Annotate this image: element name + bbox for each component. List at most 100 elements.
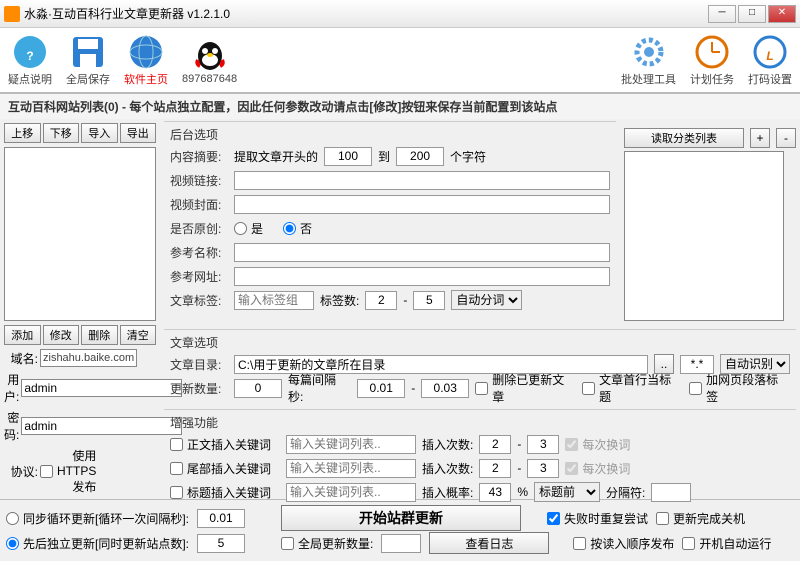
title-kw-checkbox[interactable]: 标题插入关键词 bbox=[170, 484, 280, 501]
tail-cnt-b-input[interactable] bbox=[527, 459, 559, 478]
first-title-checkbox[interactable]: 文章首行当标题 bbox=[582, 371, 683, 405]
original-yes-radio[interactable]: 是 bbox=[234, 220, 263, 237]
tool-schedule[interactable]: 计划任务 bbox=[690, 33, 734, 87]
tool-qq[interactable]: 897687648 bbox=[182, 35, 237, 85]
tool-save[interactable]: 全局保存 bbox=[66, 33, 110, 87]
tool-captcha[interactable]: L 打码设置 bbox=[748, 33, 792, 87]
add-para-checkbox[interactable]: 加网页段落标签 bbox=[689, 371, 790, 405]
captcha-icon: L bbox=[751, 33, 789, 71]
tool-batch[interactable]: 批处理工具 bbox=[621, 33, 676, 87]
title-kw-input[interactable] bbox=[286, 483, 416, 502]
qq-icon bbox=[191, 35, 229, 73]
seq-val-input[interactable] bbox=[197, 534, 245, 553]
export-button[interactable]: 导出 bbox=[120, 123, 157, 143]
video-link-label: 视频链接: bbox=[170, 172, 228, 189]
globe-icon bbox=[127, 33, 165, 71]
seq-radio[interactable]: 先后独立更新[同时更新站点数]: bbox=[6, 535, 189, 552]
viewlog-button[interactable]: 查看日志 bbox=[429, 532, 549, 554]
enhance-title: 增强功能 bbox=[170, 414, 790, 431]
modify-button[interactable]: 修改 bbox=[43, 325, 80, 345]
autorun-checkbox[interactable]: 开机自动运行 bbox=[682, 535, 771, 552]
clear-button[interactable]: 清空 bbox=[120, 325, 157, 345]
refname-label: 参考名称: bbox=[170, 244, 228, 261]
title-position-select[interactable]: 标题前 bbox=[534, 482, 600, 502]
dir-label: 文章目录: bbox=[170, 356, 228, 373]
interval-a-input[interactable] bbox=[357, 379, 405, 398]
add-button[interactable]: 添加 bbox=[4, 325, 41, 345]
maximize-button[interactable]: □ bbox=[738, 5, 766, 23]
body-cnt-b-input[interactable] bbox=[527, 435, 559, 454]
segmentation-select[interactable]: 自动分词 bbox=[451, 290, 522, 310]
tail-kw-checkbox[interactable]: 尾部插入关键词 bbox=[170, 460, 280, 477]
domain-label: 域名: bbox=[4, 350, 38, 367]
tail-perline-checkbox[interactable]: 每次换词 bbox=[565, 460, 630, 477]
global-count-input[interactable] bbox=[381, 534, 421, 553]
domain-field[interactable]: zishahu.baike.com bbox=[40, 349, 137, 367]
help-icon: ? bbox=[11, 33, 49, 71]
move-down-button[interactable]: 下移 bbox=[43, 123, 80, 143]
svg-text:?: ? bbox=[26, 49, 33, 63]
move-up-button[interactable]: 上移 bbox=[4, 123, 41, 143]
body-kw-input[interactable] bbox=[286, 435, 416, 454]
count-label: 更新数量: bbox=[170, 380, 228, 397]
sync-val-input[interactable] bbox=[197, 509, 245, 528]
original-no-radio[interactable]: 否 bbox=[283, 220, 312, 237]
shutdown-checkbox[interactable]: 更新完成关机 bbox=[656, 510, 745, 527]
close-button[interactable]: ✕ bbox=[768, 5, 796, 23]
retry-checkbox[interactable]: 失败时重复尝试 bbox=[547, 510, 648, 527]
user-input[interactable] bbox=[21, 379, 182, 397]
tail-cnt-a-input[interactable] bbox=[479, 459, 511, 478]
title-sep-input[interactable] bbox=[651, 483, 691, 502]
refname-input[interactable] bbox=[234, 243, 610, 262]
tagcount-a-input[interactable] bbox=[365, 291, 397, 310]
proto-label: 协议: bbox=[4, 463, 38, 480]
gear-icon bbox=[630, 33, 668, 71]
tool-help[interactable]: ? 疑点说明 bbox=[8, 33, 52, 87]
start-update-button[interactable]: 开始站群更新 bbox=[281, 505, 521, 531]
title-prob-input[interactable] bbox=[479, 483, 511, 502]
tags-input[interactable] bbox=[234, 291, 314, 310]
del-updated-checkbox[interactable]: 删除已更新文章 bbox=[475, 371, 576, 405]
interval-b-input[interactable] bbox=[421, 379, 469, 398]
by-import-checkbox[interactable]: 按读入顺序发布 bbox=[573, 535, 674, 552]
category-list[interactable] bbox=[624, 151, 784, 321]
global-count-checkbox[interactable]: 全局更新数量: bbox=[281, 535, 373, 552]
tail-kw-input[interactable] bbox=[286, 459, 416, 478]
save-icon bbox=[69, 33, 107, 71]
svg-text:L: L bbox=[766, 49, 773, 63]
summary-from-input[interactable] bbox=[324, 147, 372, 166]
minimize-button[interactable]: ─ bbox=[708, 5, 736, 23]
video-cover-label: 视频封面: bbox=[170, 196, 228, 213]
pass-input[interactable] bbox=[21, 417, 182, 435]
import-button[interactable]: 导入 bbox=[81, 123, 118, 143]
article-title: 文章选项 bbox=[170, 334, 790, 351]
video-cover-input[interactable] bbox=[234, 195, 610, 214]
video-link-input[interactable] bbox=[234, 171, 610, 190]
cat-plus-button[interactable]: + bbox=[750, 128, 770, 148]
cat-minus-button[interactable]: - bbox=[776, 128, 796, 148]
https-checkbox[interactable]: 使用 HTTPS 发布 bbox=[40, 447, 74, 495]
site-list[interactable] bbox=[4, 147, 156, 321]
original-label: 是否原创: bbox=[170, 220, 228, 237]
clock-icon bbox=[693, 33, 731, 71]
backend-title: 后台选项 bbox=[170, 126, 610, 143]
sync-radio[interactable]: 同步循环更新[循环一次间隔秒]: bbox=[6, 510, 189, 527]
summary-label: 内容摘要: bbox=[170, 148, 228, 165]
body-kw-checkbox[interactable]: 正文插入关键词 bbox=[170, 436, 280, 453]
summary-to-input[interactable] bbox=[396, 147, 444, 166]
window-title: 水淼·互动百科行业文章更新器 v1.2.1.0 bbox=[24, 5, 230, 22]
user-label: 用户: bbox=[4, 371, 19, 405]
pass-label: 密码: bbox=[4, 409, 19, 443]
body-cnt-a-input[interactable] bbox=[479, 435, 511, 454]
count-input[interactable] bbox=[234, 379, 282, 398]
tool-home[interactable]: 软件主页 bbox=[124, 33, 168, 87]
refurl-input[interactable] bbox=[234, 267, 610, 286]
delete-button[interactable]: 删除 bbox=[81, 325, 118, 345]
tags-label: 文章标签: bbox=[170, 292, 228, 309]
refurl-label: 参考网址: bbox=[170, 268, 228, 285]
tagcount-b-input[interactable] bbox=[413, 291, 445, 310]
read-category-button[interactable]: 读取分类列表 bbox=[624, 128, 744, 148]
app-icon bbox=[4, 6, 20, 22]
subtitle-bar: 互动百科网站列表(0) - 每个站点独立配置，因此任何参数改动请点击[修改]按钮… bbox=[0, 94, 800, 119]
body-perline-checkbox[interactable]: 每次换词 bbox=[565, 436, 630, 453]
